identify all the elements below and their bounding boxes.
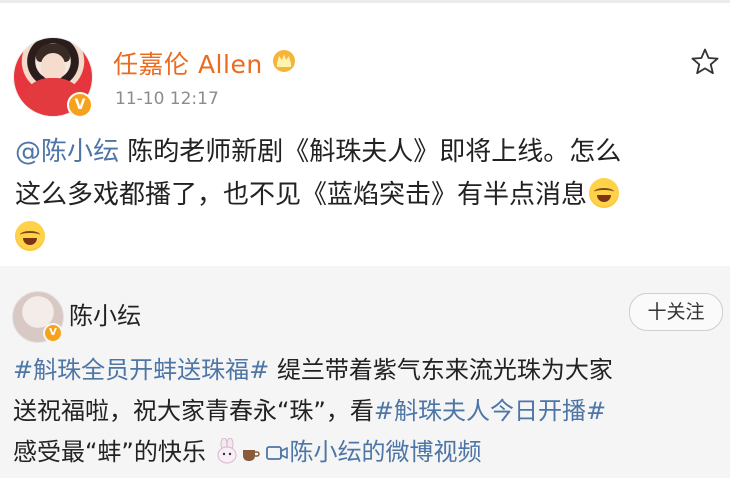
post-body: @陈小纭 陈昀老师新剧《斛珠夫人》即将上线。怎么 这么多戏都播了，也不见《蓝焰突… <box>15 131 720 260</box>
repost-verified-badge: V <box>43 323 63 343</box>
repost-author-name[interactable]: 陈小纭 <box>69 296 141 331</box>
star-icon[interactable] <box>690 47 720 77</box>
laugh-cry-emoji <box>15 221 45 251</box>
verified-badge: V <box>67 92 93 118</box>
video-icon <box>265 446 288 460</box>
post-text-line1: 陈昀老师新剧《斛珠夫人》即将上线。怎么 <box>119 137 622 167</box>
weibo-post: V 任嘉伦 Allen 11-10 12:17 @陈小纭 陈昀老师新剧《斛珠夫人… <box>0 3 730 265</box>
rabbit-emoji-icon <box>217 438 237 464</box>
hashtag-link[interactable]: #斛珠全员开蚌送珠福# <box>13 356 269 384</box>
repost-text-1: 缇兰带着紫气东来流光珠为大家 <box>269 356 613 384</box>
repost-text-3: 感受最“蚌”的快乐 <box>13 438 206 466</box>
repost-text-2: 送祝福啦，祝大家青春永“珠”，看 <box>13 397 374 425</box>
crown-icon <box>273 50 295 72</box>
author-name[interactable]: 任嘉伦 Allen <box>113 45 263 81</box>
hashtag-link[interactable]: #斛珠夫人今日开播# <box>374 397 606 425</box>
follow-button[interactable]: 十关注 <box>629 293 723 331</box>
mention-link[interactable]: @陈小纭 <box>15 137 119 167</box>
repost-card[interactable]: V 陈小纭 十关注 #斛珠全员开蚌送珠福# 缇兰带着紫气东来流光珠为大家 送祝福… <box>0 266 730 478</box>
post-text-line2: 这么多戏都播了，也不见《蓝焰突击》有半点消息 <box>15 180 588 210</box>
laugh-cry-emoji <box>589 178 620 208</box>
repost-body: #斛珠全员开蚌送珠福# 缇兰带着紫气东来流光珠为大家 送祝福啦，祝大家青春永“珠… <box>13 350 718 473</box>
video-link[interactable]: 陈小纭的微博视频 <box>290 438 482 466</box>
post-timestamp: 11-10 12:17 <box>115 89 219 109</box>
cup-emoji-icon <box>242 450 260 461</box>
